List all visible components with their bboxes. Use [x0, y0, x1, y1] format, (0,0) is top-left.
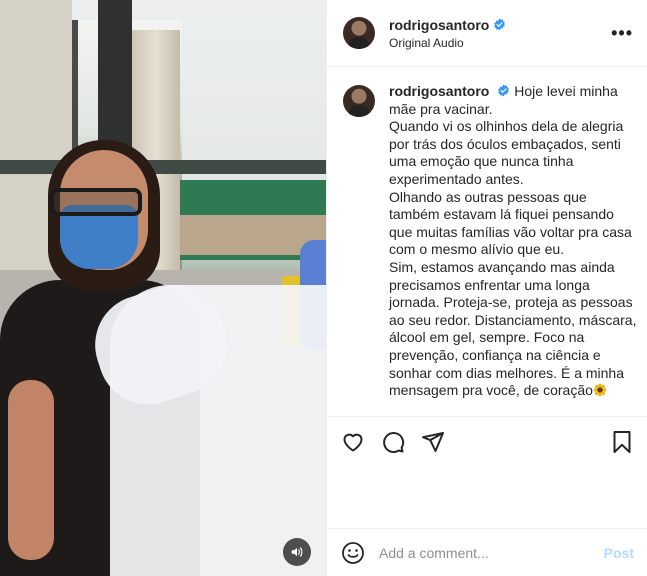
speaker-icon — [291, 547, 303, 557]
audio-toggle-button[interactable] — [283, 538, 311, 566]
post-modal: rodrigosantoro Original Audio ••• rodrig… — [0, 0, 647, 576]
username-link[interactable]: rodrigosantoro — [389, 17, 489, 33]
post-button[interactable]: Post — [604, 545, 634, 561]
post-details-panel: rodrigosantoro Original Audio ••• rodrig… — [326, 0, 647, 576]
more-options-icon[interactable]: ••• — [611, 23, 633, 44]
post-caption: rodrigosantoro Hoje levei minha mãe pra … — [327, 67, 647, 400]
verified-badge-icon — [494, 18, 506, 31]
caption-text: Hoje levei minha mãe pra vacinar. Quando… — [389, 83, 637, 399]
comment-input[interactable] — [379, 544, 604, 561]
like-heart-icon[interactable] — [341, 430, 365, 454]
avatar[interactable] — [343, 85, 375, 117]
avatar[interactable] — [343, 17, 375, 49]
comment-icon[interactable] — [381, 430, 405, 454]
audio-link[interactable]: Original Audio — [389, 36, 611, 50]
post-video[interactable] — [0, 0, 326, 576]
verified-badge-icon — [498, 84, 510, 97]
comment-bar: Post — [327, 528, 647, 576]
caption-username-link[interactable]: rodrigosantoro — [389, 83, 489, 99]
emoji-icon[interactable] — [341, 541, 365, 565]
action-bar — [327, 416, 647, 466]
share-icon[interactable] — [421, 430, 445, 454]
sunflower-icon — [593, 383, 607, 397]
bookmark-icon[interactable] — [610, 430, 634, 454]
post-header: rodrigosantoro Original Audio ••• — [327, 0, 647, 67]
